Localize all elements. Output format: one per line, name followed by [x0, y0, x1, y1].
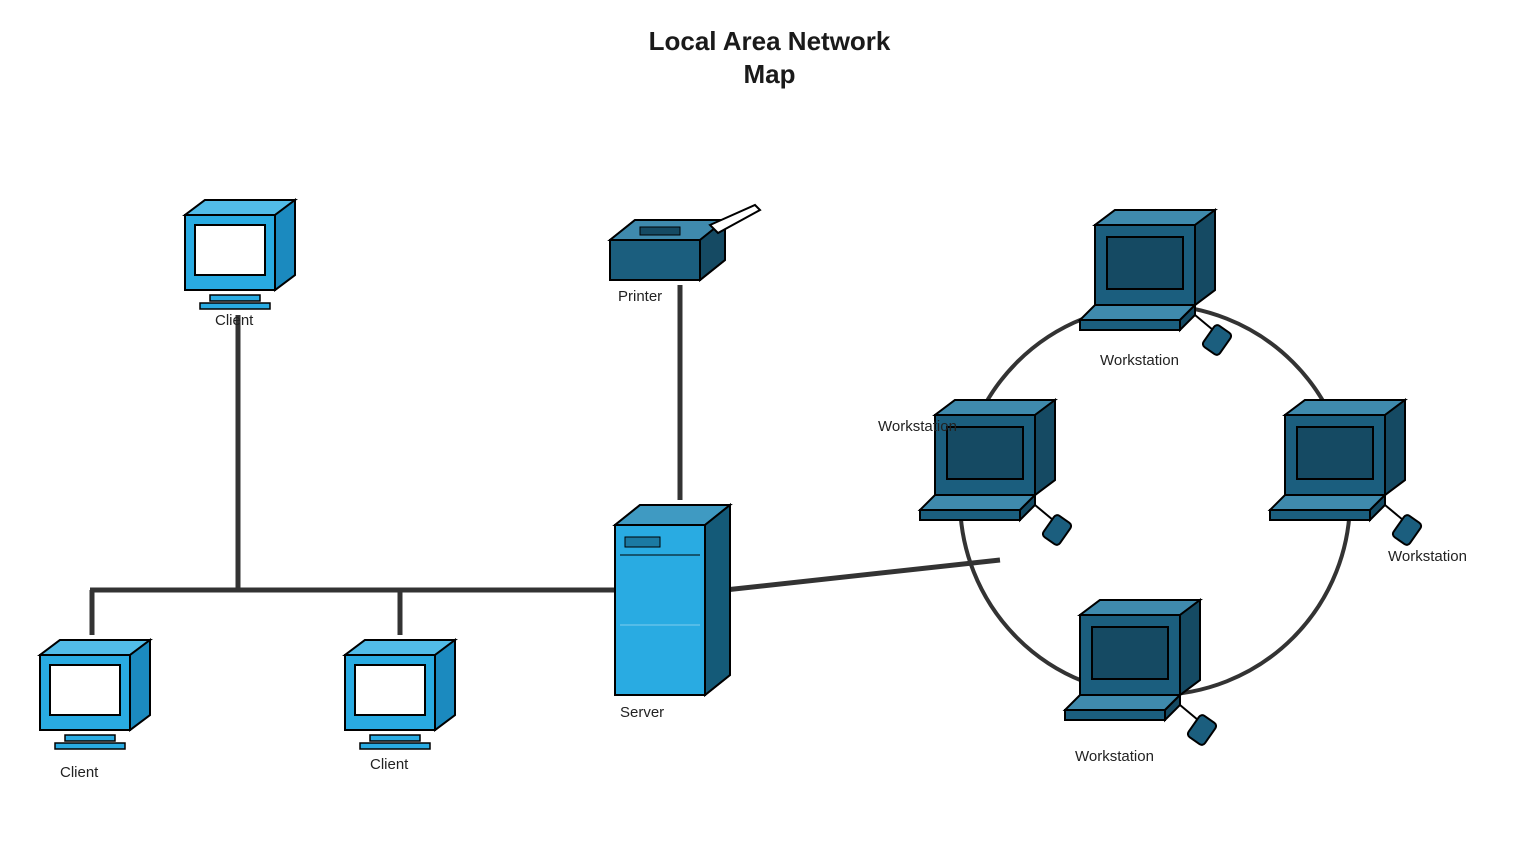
- client-icon: [40, 640, 150, 749]
- diagram-canvas: [0, 0, 1539, 852]
- server-icon: [615, 505, 730, 695]
- printer-label: Printer: [618, 288, 662, 305]
- client-label: Client: [370, 756, 408, 773]
- workstation-icon: [1080, 210, 1233, 356]
- title-line2: Map: [744, 59, 796, 89]
- workstation-icon: [1270, 400, 1423, 546]
- client-label: Client: [60, 764, 98, 781]
- workstation-label: Workstation: [1075, 748, 1154, 765]
- diagram-title: Local Area Network Map: [0, 25, 1539, 90]
- workstation-label: Workstation: [1100, 352, 1179, 369]
- client-label: Client: [215, 312, 253, 329]
- printer-icon: [610, 205, 760, 280]
- workstation-label: Workstation: [878, 418, 957, 435]
- workstation-label: Workstation: [1388, 548, 1467, 565]
- title-line1: Local Area Network: [649, 26, 891, 56]
- links: [90, 285, 1000, 635]
- client-icon: [345, 640, 455, 749]
- server-label: Server: [620, 704, 664, 721]
- client-icon: [185, 200, 295, 309]
- workstation-icon: [1065, 600, 1218, 746]
